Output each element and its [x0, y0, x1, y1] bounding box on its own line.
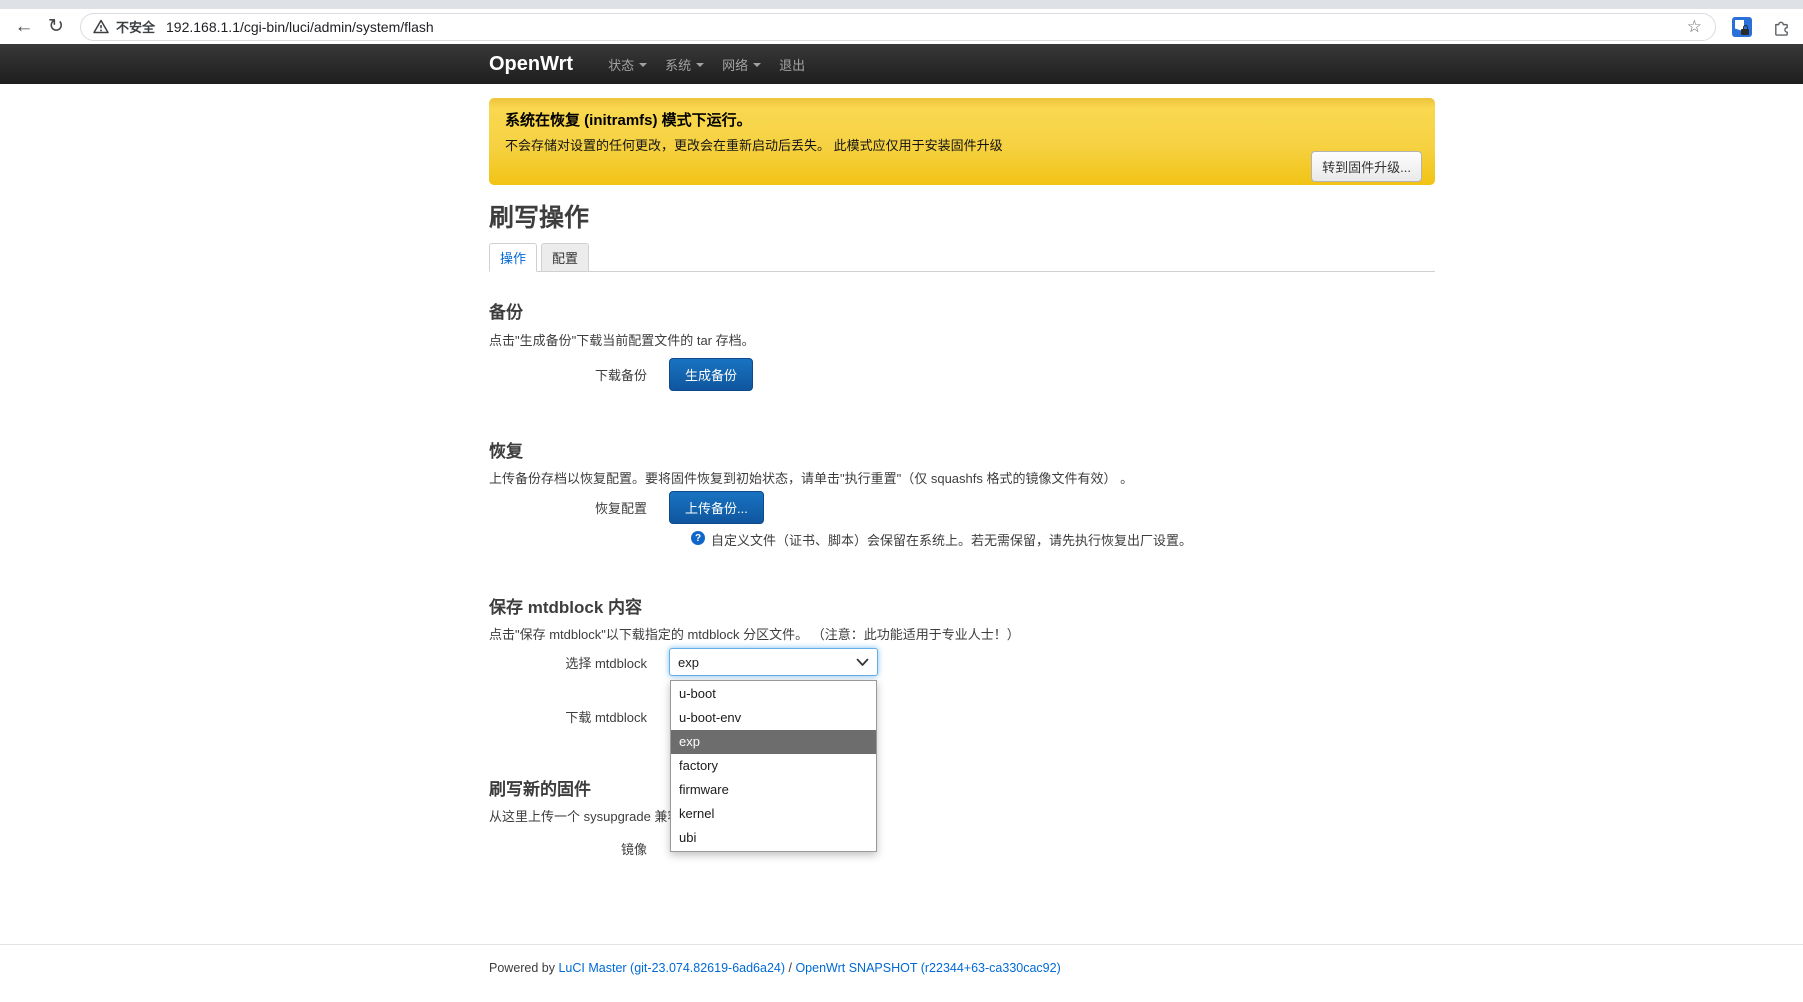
option-ubi[interactable]: ubi	[671, 826, 876, 850]
luci-version-link[interactable]: LuCI Master (git-23.074.82619-6ad6a24)	[558, 961, 785, 975]
warning-triangle-icon[interactable]	[93, 19, 109, 34]
restore-help-row: ? 自定义文件（证书、脚本）会保留在系统上。若无需保留，请先执行恢复出厂设置。	[691, 530, 1435, 549]
openwrt-brand[interactable]: OpenWrt	[489, 53, 573, 76]
mtdblock-dropdown: u-boot u-boot-env exp factory firmware k…	[670, 680, 877, 852]
banner-title: 系统在恢复 (initramfs) 模式下运行。	[505, 109, 1419, 130]
nav-item-network[interactable]: 网络	[713, 44, 770, 84]
back-arrow-icon[interactable]: ←	[8, 12, 40, 42]
option-factory[interactable]: factory	[671, 754, 876, 778]
nav-item-status-label: 状态	[608, 55, 634, 74]
restore-section-description: 上传备份存档以恢复配置。要将固件恢复到初始状态，请单击"执行重置"（仅 squa…	[489, 468, 1435, 487]
nav-item-status[interactable]: 状态	[599, 44, 656, 84]
page-title: 刷写操作	[489, 198, 1435, 234]
option-exp[interactable]: exp	[671, 730, 876, 754]
lock-icon	[1741, 29, 1749, 35]
footer-separator: /	[785, 961, 795, 975]
security-status-label[interactable]: 不安全	[116, 17, 155, 36]
option-u-boot-env[interactable]: u-boot-env	[671, 706, 876, 730]
address-bar[interactable]: 不安全 192.168.1.1/cgi-bin/luci/admin/syste…	[80, 13, 1716, 41]
option-firmware[interactable]: firmware	[671, 778, 876, 802]
backup-row: 下载备份 生成备份	[489, 358, 1435, 391]
generate-backup-button[interactable]: 生成备份	[669, 358, 753, 391]
tab-actions[interactable]: 操作	[489, 243, 537, 272]
bookmark-star-icon[interactable]: ☆	[1680, 17, 1709, 37]
tab-bar: 操作 配置	[489, 243, 1435, 272]
password-extension-icon[interactable]	[1732, 17, 1752, 37]
firmware-section-description: 从这里上传一个 sysupgrade 兼容镜	[489, 806, 1435, 825]
browser-toolbar: ← ↻ 不安全 192.168.1.1/cgi-bin/luci/admin/s…	[0, 9, 1803, 44]
nav-item-network-label: 网络	[722, 55, 748, 74]
goto-firmware-upgrade-button[interactable]: 转到固件升级...	[1311, 151, 1422, 182]
footer: Powered by LuCI Master (git-23.074.82619…	[0, 944, 1803, 1002]
restore-row: 恢复配置 上传备份...	[489, 491, 1435, 524]
banner-body: 不会存储对设置的任何更改，更改会在重新启动后丢失。 此模式应仅用于安装固件升级	[505, 135, 1419, 154]
openwrt-version-link[interactable]: OpenWrt SNAPSHOT (r22344+63-ca330cac92)	[795, 961, 1060, 975]
recovery-mode-banner: 系统在恢复 (initramfs) 模式下运行。 不会存储对设置的任何更改，更改…	[489, 98, 1435, 185]
option-u-boot[interactable]: u-boot	[671, 682, 876, 706]
mtdblock-section-heading: 保存 mtdblock 内容	[489, 593, 1435, 618]
chevron-down-icon	[639, 63, 647, 67]
mtdblock-select-value: exp	[678, 655, 699, 670]
nav-item-logout-label: 退出	[779, 55, 805, 74]
download-mtdblock-label: 下载 mtdblock	[489, 707, 669, 726]
url-input[interactable]: 192.168.1.1/cgi-bin/luci/admin/system/fl…	[166, 19, 1680, 35]
image-label: 镜像	[489, 839, 669, 858]
mtdblock-download-row: 下载 mtdblock	[489, 701, 1435, 731]
nav-item-system[interactable]: 系统	[656, 44, 713, 84]
upload-backup-button[interactable]: 上传备份...	[669, 491, 764, 524]
tab-configuration[interactable]: 配置	[541, 243, 589, 272]
powered-by-text: Powered by	[489, 961, 558, 975]
mtdblock-section-description: 点击"保存 mtdblock"以下载指定的 mtdblock 分区文件。 （注意…	[489, 624, 1435, 643]
download-backup-label: 下载备份	[489, 365, 669, 384]
firmware-section-heading: 刷写新的固件	[489, 775, 1435, 800]
browser-tab-strip	[0, 0, 1803, 9]
chevron-down-icon	[696, 63, 704, 67]
help-question-icon: ?	[691, 531, 705, 545]
choose-mtdblock-label: 选择 mtdblock	[489, 653, 669, 672]
restore-help-text: 自定义文件（证书、脚本）会保留在系统上。若无需保留，请先执行恢复出厂设置。	[711, 530, 1192, 549]
chevron-down-icon	[753, 63, 761, 67]
firmware-image-row: 镜像	[489, 833, 1435, 863]
restore-section-heading: 恢复	[489, 437, 1435, 462]
mtdblock-select[interactable]: exp	[669, 648, 878, 676]
openwrt-navbar: OpenWrt 状态 系统 网络 退出	[0, 44, 1803, 84]
extensions-puzzle-icon[interactable]	[1769, 15, 1793, 39]
reload-icon[interactable]: ↻	[40, 12, 72, 42]
mtdblock-select-row: 选择 mtdblock exp u-boot u-boot-env exp fa…	[489, 647, 1435, 677]
backup-section-heading: 备份	[489, 298, 1435, 323]
chevron-down-icon	[856, 658, 869, 667]
nav-item-system-label: 系统	[665, 55, 691, 74]
nav-item-logout[interactable]: 退出	[770, 44, 814, 84]
option-kernel[interactable]: kernel	[671, 802, 876, 826]
backup-section-description: 点击"生成备份"下载当前配置文件的 tar 存档。	[489, 330, 1435, 349]
restore-config-label: 恢复配置	[489, 498, 669, 517]
